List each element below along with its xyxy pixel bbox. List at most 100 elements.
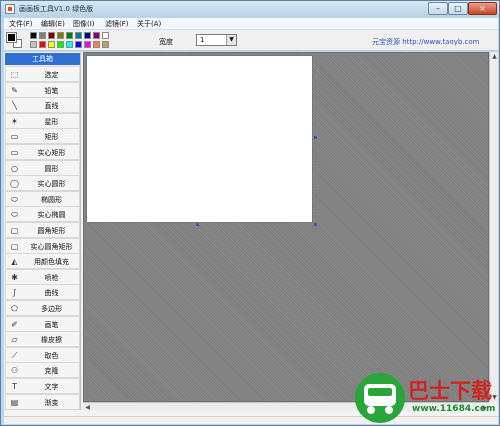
palette-swatch[interactable] <box>75 41 82 48</box>
watermark-url: www.11684.com <box>412 404 496 414</box>
maximize-button[interactable]: □ <box>448 2 468 15</box>
rounded-rectangle-icon: ▢ <box>10 226 19 235</box>
palette-swatch[interactable] <box>102 32 109 39</box>
color-selector[interactable] <box>6 32 23 48</box>
tool-button[interactable]: ◯ 实心圆形 <box>5 175 80 192</box>
app-icon <box>5 4 15 14</box>
tool-button[interactable]: ∫ 曲线 <box>5 284 80 301</box>
curve-icon: ∫ <box>12 288 17 298</box>
palette-swatch[interactable] <box>39 32 46 39</box>
tool-button[interactable]: ▭ 实心矩形 <box>5 144 80 160</box>
tool-button[interactable]: ⬭ 实心椭圆 <box>5 206 80 223</box>
site-link[interactable]: 元宝资源 http://www.taoyb.com <box>372 37 480 47</box>
palette-swatch[interactable] <box>93 32 100 39</box>
width-select[interactable]: 1 ▼ <box>196 34 237 46</box>
window-title: 画画板工具V1.0 绿色版 <box>19 5 94 13</box>
tool-label: 画笔 <box>44 320 59 329</box>
bus-logo-icon <box>355 373 405 423</box>
tool-label: 星形 <box>44 117 59 126</box>
tool-label: 多边形 <box>41 305 62 313</box>
palette-swatch[interactable] <box>102 41 109 48</box>
tool-label: 文字 <box>44 383 59 391</box>
menu-edit[interactable]: 编辑(E) <box>41 19 65 29</box>
tool-button[interactable]: ▱ 橡皮擦 <box>5 331 80 348</box>
tool-button[interactable]: ✱ 喷枪 <box>5 268 80 285</box>
tool-label: 取色 <box>44 351 59 360</box>
chevron-down-icon[interactable]: ▼ <box>226 35 236 45</box>
drawing-canvas[interactable] <box>86 55 313 223</box>
pencil-icon: ✎ <box>11 85 18 95</box>
palette-swatch[interactable] <box>57 41 64 48</box>
tool-button[interactable]: ⬠ 多边形 <box>5 300 80 316</box>
tool-label: 选定 <box>44 71 59 79</box>
menu-filter[interactable]: 滤镜(F) <box>105 19 129 29</box>
menu-file[interactable]: 文件(F) <box>9 19 33 29</box>
filled-ellipse-icon: ⬭ <box>11 210 18 220</box>
palette-swatch[interactable] <box>48 41 55 48</box>
star-icon: ✶ <box>11 116 18 126</box>
tool-button[interactable]: ▢ 实心圆角矩形 <box>5 237 80 254</box>
palette-swatch[interactable] <box>75 32 82 39</box>
title-bar[interactable]: 画画板工具V1.0 绿色版 – □ × <box>1 1 499 17</box>
canvas-resize-handle-corner[interactable] <box>314 223 317 226</box>
selection-icon: ⬚ <box>10 70 19 79</box>
tool-button[interactable]: ✐ 画笔 <box>5 315 80 332</box>
close-button[interactable]: × <box>468 2 497 15</box>
filled-rectangle-icon: ▭ <box>10 148 19 157</box>
minimize-button[interactable]: – <box>428 2 448 15</box>
palette-swatch[interactable] <box>39 41 46 48</box>
menu-bar: 文件(F) 编辑(E) 图像(I) 滤镜(F) 关于(A) <box>4 18 498 30</box>
tool-button[interactable]: ⚇ 克隆 <box>5 362 80 379</box>
width-label: 宽度 <box>159 38 173 46</box>
tool-label: 克隆 <box>44 367 59 376</box>
tool-button[interactable]: ⟋ 取色 <box>5 346 80 363</box>
tool-button[interactable]: T 文字 <box>5 378 80 394</box>
spray-icon: ✱ <box>11 272 18 282</box>
palette-swatch[interactable] <box>48 32 55 39</box>
palette-swatch[interactable] <box>84 32 91 39</box>
palette-swatch[interactable] <box>66 41 73 48</box>
tool-label: 矩形 <box>44 133 59 142</box>
clone-icon: ⚇ <box>10 366 19 376</box>
rectangle-icon: ▭ <box>10 132 19 142</box>
tool-button[interactable]: ⬭ 椭圆形 <box>5 190 80 207</box>
palette-swatch[interactable] <box>30 41 37 48</box>
menu-image[interactable]: 图像(I) <box>73 19 95 29</box>
canvas-area[interactable] <box>83 52 489 402</box>
tool-button[interactable]: ▢ 圆角矩形 <box>5 222 80 238</box>
palette-swatch[interactable] <box>93 41 100 48</box>
vertical-scrollbar[interactable]: ▲ ▼ <box>489 52 498 402</box>
width-value: 1 <box>200 36 205 44</box>
tool-button[interactable]: ✎ 铅笔 <box>5 81 80 98</box>
tool-button[interactable]: ◭ 用颜色填充 <box>5 253 80 270</box>
scroll-up-button[interactable]: ▲ <box>490 52 499 61</box>
tool-button[interactable]: ╲ 直线 <box>5 97 80 114</box>
tool-label: 直线 <box>44 102 59 111</box>
brush-icon: ✐ <box>11 319 18 329</box>
tool-button[interactable]: ✶ 星形 <box>5 112 80 129</box>
tool-label: 实心矩形 <box>37 149 66 157</box>
palette-swatch[interactable] <box>84 41 91 48</box>
app-window: 画画板工具V1.0 绿色版 – □ × 文件(F) 编辑(E) 图像(I) 滤镜… <box>0 0 500 426</box>
tool-label: 曲线 <box>44 289 59 298</box>
scroll-left-button[interactable]: ◀ <box>83 403 92 412</box>
toolbox-title: 工具箱 <box>5 53 80 65</box>
foreground-color-swatch[interactable] <box>6 32 17 43</box>
text-icon: T <box>12 382 17 391</box>
menu-about[interactable]: 关于(A) <box>137 19 161 29</box>
canvas-resize-handle-right[interactable] <box>314 136 317 139</box>
tool-button[interactable]: ○ 圆形 <box>5 159 80 176</box>
toolbar: 宽度 1 ▼ 元宝资源 http://www.taoyb.com <box>4 30 498 51</box>
palette-swatch[interactable] <box>66 32 73 39</box>
eraser-icon: ▱ <box>11 335 18 345</box>
main-client-area: 工具箱 ⬚ 选定 ✎ 铅笔 ╲ 直线 ✶ 星形 ▭ 矩形 ▭ 实心矩形 ○ 圆形 ◯ 实心圆形 ⬭ 椭圆形 ⬭ 实心椭… <box>4 52 498 416</box>
filled-circle-icon: ◯ <box>10 179 19 189</box>
tool-button[interactable]: ▭ 矩形 <box>5 128 80 145</box>
palette-swatch[interactable] <box>30 32 37 39</box>
tool-button[interactable]: ▤ 渐变 <box>5 393 80 410</box>
watermark: 巴士下载 www.11684.com <box>354 372 500 426</box>
canvas-resize-handle-bottom[interactable] <box>196 223 199 226</box>
tool-label: 铅笔 <box>44 86 59 95</box>
palette-swatch[interactable] <box>57 32 64 39</box>
tool-button[interactable]: ⬚ 选定 <box>5 66 80 82</box>
